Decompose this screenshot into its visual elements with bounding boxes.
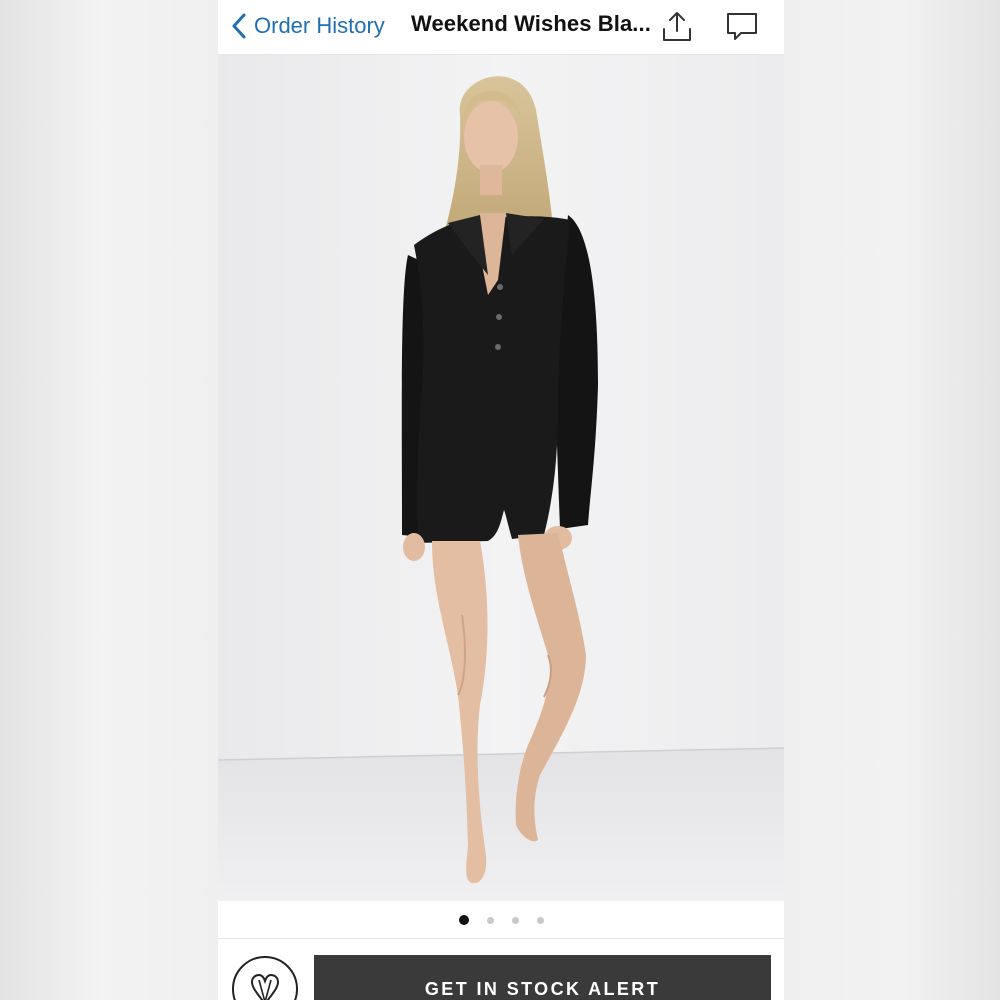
page-dot-1[interactable] (458, 915, 469, 925)
back-button[interactable]: Order History (232, 6, 385, 46)
share-icon (663, 12, 691, 41)
product-image[interactable] (218, 55, 784, 901)
navigation-bar: Order History Weekend Wishes Bla... (218, 0, 784, 55)
brand-logo-button[interactable] (232, 956, 298, 1000)
page-title: Weekend Wishes Bla... (411, 11, 651, 36)
brand-heart-logo (250, 973, 280, 1000)
get-in-stock-alert-button[interactable]: GET IN STOCK ALERT (314, 955, 771, 1000)
page-dot-3[interactable] (511, 916, 519, 924)
app-screen: Order History Weekend Wishes Bla... GET … (218, 0, 784, 1000)
page-dot-4[interactable] (536, 916, 544, 924)
gallery-pagination (218, 902, 784, 938)
comment-button[interactable] (724, 8, 760, 44)
product-photo-romper (218, 55, 784, 901)
chevron-left-icon (232, 13, 246, 39)
back-label: Order History (254, 13, 385, 38)
comment-icon (727, 13, 757, 40)
share-button[interactable] (659, 8, 695, 44)
divider (218, 938, 784, 939)
page-dot-2[interactable] (486, 916, 494, 924)
